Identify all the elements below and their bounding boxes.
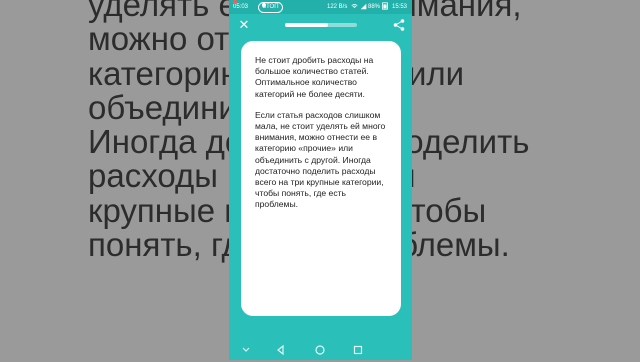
phone-screen: 05:03 СТОП 122 B/s 88% 15:53 ✕ Не стоит … <box>229 0 412 360</box>
back-icon[interactable] <box>274 343 288 357</box>
status-icons <box>351 0 367 14</box>
share-icon[interactable] <box>392 18 406 32</box>
status-bar: 05:03 СТОП 122 B/s 88% 15:53 <box>229 0 412 14</box>
navigation-bar <box>229 339 412 360</box>
top-bar: ✕ <box>229 14 412 38</box>
status-left-time: 05:03 <box>233 4 249 10</box>
stop-icon <box>262 3 266 7</box>
content-card: Не стоит дробить расходы на большое коли… <box>241 41 401 316</box>
progress-fill <box>285 23 329 27</box>
recording-dot-icon <box>233 0 237 4</box>
status-time: 15:53 <box>392 4 408 10</box>
progress-bar <box>285 23 357 27</box>
recents-icon[interactable] <box>351 343 365 357</box>
signal-icon <box>360 3 366 10</box>
battery-percent: 88% <box>368 4 381 10</box>
wifi-icon <box>351 3 358 9</box>
close-icon[interactable]: ✕ <box>237 18 251 32</box>
card-paragraph: Не стоит дробить расходы на большое коли… <box>255 55 374 99</box>
home-icon[interactable] <box>313 343 327 357</box>
network-speed: 122 B/s <box>327 4 348 10</box>
chevron-down-icon[interactable] <box>239 343 253 357</box>
battery-icon <box>381 0 389 14</box>
card-text: Не стоит дробить расходы на большое коли… <box>255 55 389 221</box>
card-paragraph: Если статья расходов слишком мала, не ст… <box>255 109 386 210</box>
status-left: 05:03 <box>233 0 248 14</box>
